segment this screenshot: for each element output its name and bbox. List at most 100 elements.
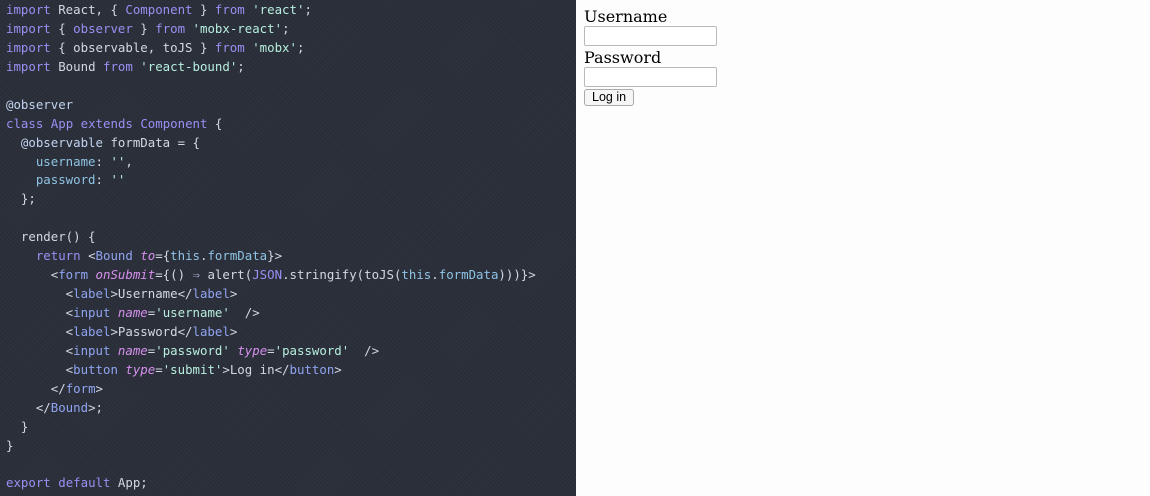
- code-token: <: [6, 323, 74, 339]
- code-token: :: [95, 153, 111, 169]
- code-token: =: [155, 361, 163, 377]
- code-token: @observable: [20, 134, 103, 150]
- code-token: name: [117, 305, 148, 320]
- code-token: label: [73, 323, 111, 339]
- code-token: label: [192, 286, 230, 302]
- code-token: type: [125, 361, 156, 377]
- code-token: @observer: [6, 96, 74, 112]
- code-token: <: [6, 361, 74, 377]
- code-token: this: [401, 267, 432, 283]
- code-line: class App extends Component {: [6, 115, 536, 134]
- code-token: label: [192, 323, 230, 339]
- code-line: @observable formData = {: [6, 134, 536, 153]
- code-token: >: [95, 380, 103, 396]
- code-token: formData: [207, 248, 268, 264]
- code-token: App: [50, 115, 74, 131]
- code-token: class: [6, 115, 44, 131]
- code-token: import: [6, 2, 51, 17]
- code-token: ;: [237, 58, 245, 74]
- code-line: import Bound from 'react-bound';: [6, 58, 536, 77]
- code-token: 'mobx': [252, 39, 297, 55]
- code-token: observer: [73, 20, 133, 36]
- code-token: <: [6, 342, 74, 358]
- code-line: @observer: [6, 96, 536, 115]
- code-line: <form onSubmit={() ⇒ alert(JSON.stringif…: [6, 266, 536, 285]
- code-line: ​: [6, 209, 536, 228]
- code-token: React, {: [50, 2, 126, 17]
- code-token: form: [58, 267, 89, 283]
- code-token: ;: [304, 2, 312, 17]
- code-token: '': [110, 172, 126, 188]
- code-token: )))}>: [498, 267, 536, 283]
- code-line: <input name='username' />: [6, 304, 536, 323]
- code-line: <label>Password</label>: [6, 323, 536, 342]
- code-token: }: [192, 2, 215, 17]
- code-token: {: [50, 20, 74, 36]
- code-token: password: [35, 172, 96, 188]
- code-token: <: [80, 248, 96, 264]
- code-token: <: [6, 305, 74, 320]
- code-token: }>: [267, 248, 283, 264]
- log-in-button[interactable]: Log in: [584, 89, 635, 106]
- code-token: Bound: [50, 399, 89, 415]
- code-token: import: [6, 58, 51, 74]
- code-token: onSubmit: [95, 267, 156, 283]
- code-token: 'username': [155, 305, 230, 320]
- code-token: input: [73, 342, 111, 358]
- code-token: >Log in</: [222, 361, 290, 377]
- code-token: Bound: [95, 248, 133, 264]
- code-token: >;: [88, 399, 103, 415]
- code-token: export: [6, 475, 51, 491]
- code-token: };: [6, 191, 36, 207]
- code-token: ⇒: [192, 267, 200, 283]
- code-token: >: [229, 286, 238, 302]
- code-editor-pane[interactable]: import React, { Component } from 'react'…: [0, 0, 576, 496]
- code-line: <label>Username</label>: [6, 285, 536, 304]
- code-token: label: [73, 286, 111, 302]
- code-token: }: [132, 20, 156, 36]
- code-token: 'submit': [162, 361, 223, 377]
- password-input[interactable]: [584, 67, 717, 87]
- code-token: formData = {: [102, 134, 200, 150]
- code-line: import { observable, toJS } from 'mobx';: [6, 39, 536, 58]
- code-line: username: '',: [6, 153, 536, 172]
- code-token: }: [6, 418, 29, 434]
- code-token: {: [207, 115, 223, 131]
- code-token: :: [95, 172, 111, 188]
- code-line: import { observer } from 'mobx-react';: [6, 20, 536, 39]
- code-token: JSON: [252, 267, 283, 283]
- code-line: <input name='password' type='password' /…: [6, 342, 536, 361]
- code-token: { observable, toJS }: [50, 39, 215, 55]
- code-token: import: [6, 39, 51, 55]
- code-line: }: [6, 418, 536, 437]
- code-token: ;: [282, 20, 290, 36]
- code-token: formData: [438, 267, 499, 283]
- code-token: from: [155, 20, 186, 36]
- code-line: render() {: [6, 228, 536, 247]
- code-block: import React, { Component } from 'react'…: [6, 1, 536, 493]
- code-token: >: [229, 323, 238, 339]
- code-line: password: '': [6, 171, 536, 190]
- code-token: =: [267, 342, 275, 358]
- code-token: this: [170, 248, 200, 264]
- password-label: Password: [584, 48, 662, 67]
- username-label: Username: [584, 7, 668, 26]
- username-input[interactable]: [584, 26, 717, 46]
- code-line: <button type='submit'>Log in</button>: [6, 361, 536, 380]
- code-token: import: [6, 20, 51, 36]
- code-token: alert(: [200, 267, 253, 283]
- code-token: from: [214, 39, 245, 55]
- code-token: to: [140, 248, 156, 264]
- code-token: return: [35, 248, 81, 264]
- code-token: input: [73, 305, 111, 320]
- code-token: name: [117, 342, 148, 358]
- code-line: }: [6, 437, 536, 456]
- code-token: username: [35, 153, 96, 169]
- code-token: >Password</: [110, 323, 193, 339]
